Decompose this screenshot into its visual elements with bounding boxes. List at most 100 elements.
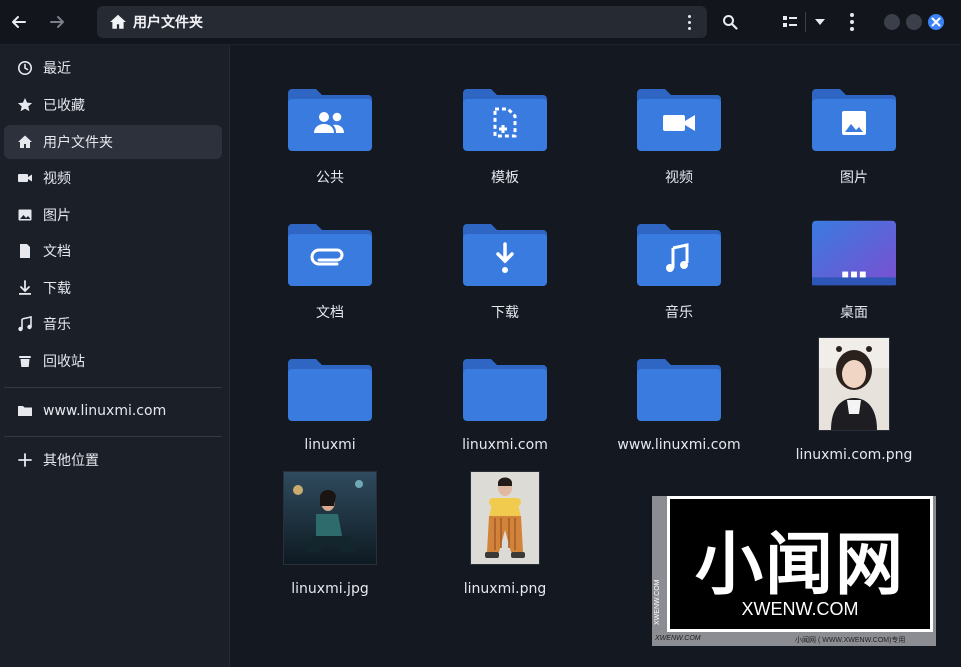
sidebar-item-recent[interactable]: 最近	[4, 51, 222, 85]
sidebar-item-label: 视频	[43, 171, 71, 187]
sidebar-item-other-locations[interactable]: 其他位置	[4, 443, 222, 477]
folder-icon	[463, 353, 547, 421]
video-icon	[16, 169, 34, 187]
file-item[interactable]: linuxmi.png	[430, 471, 580, 597]
sidebar-divider	[4, 387, 222, 388]
image-icon	[16, 206, 34, 224]
forward-button[interactable]	[43, 8, 71, 36]
header-bar: 用户文件夹	[0, 0, 961, 45]
maximize-button[interactable]	[906, 14, 922, 30]
folder-icon	[16, 402, 34, 420]
music-icon	[16, 315, 34, 333]
trash-icon	[16, 352, 34, 370]
document-icon	[16, 242, 34, 260]
file-item[interactable]: linuxmi.jpg	[255, 471, 405, 597]
folder-icon	[288, 353, 372, 421]
sidebar-item-label: 用户文件夹	[43, 135, 113, 151]
file-item[interactable]: 公共	[255, 83, 405, 187]
path-menu-button[interactable]	[681, 13, 697, 31]
folder-templates-icon	[463, 83, 547, 151]
file-item[interactable]: 视频	[604, 83, 754, 187]
file-item[interactable]: 模板	[430, 83, 580, 187]
file-name: linuxmi.com.png	[795, 447, 913, 463]
file-name: linuxmi	[304, 437, 356, 453]
file-name: linuxmi.com	[462, 437, 548, 453]
home-icon	[16, 133, 34, 151]
list-view-icon	[782, 16, 797, 27]
sidebar-item-bookmark[interactable]: www.linuxmi.com	[4, 394, 222, 428]
chevron-down-icon	[815, 19, 826, 25]
sidebar-item-starred[interactable]: 已收藏	[4, 88, 222, 122]
file-item[interactable]: 下载	[430, 218, 580, 322]
file-item[interactable]: www.linuxmi.com	[604, 353, 754, 453]
folder-documents-icon	[288, 218, 372, 286]
sidebar-item-label: 图片	[43, 208, 71, 224]
file-name: 桌面	[840, 305, 868, 321]
sidebar-item-label: 其他位置	[43, 453, 99, 469]
view-options-button[interactable]	[810, 8, 830, 36]
arrow-left-icon	[12, 16, 26, 28]
watermark-footer-right: 小闻网 ( WWW.XWENW.COM)专用	[795, 637, 906, 644]
main-menu-button[interactable]	[838, 8, 866, 36]
file-item[interactable]: linuxmi.com.png	[779, 337, 929, 463]
star-icon	[16, 96, 34, 114]
arrow-right-icon	[50, 16, 64, 28]
view-toggle-button[interactable]	[778, 8, 801, 36]
watermark-vertical-text: XWENW.COM	[654, 579, 661, 626]
folder-downloads-icon	[463, 218, 547, 286]
sidebar-item-pictures[interactable]: 图片	[4, 198, 222, 232]
watermark-logo: 小闻网 XWENW.COM	[667, 496, 933, 632]
file-name: 模板	[491, 170, 519, 186]
file-name: 音乐	[665, 305, 693, 321]
sidebar: 最近 已收藏 用户文件夹 视频 图片 文档 下载 音乐 回收站 www.linu…	[0, 45, 230, 667]
search-button[interactable]	[716, 8, 744, 36]
image-thumbnail	[818, 337, 890, 431]
watermark-title: 小闻网	[694, 526, 905, 605]
image-thumbnail	[470, 471, 540, 565]
path-bar[interactable]: 用户文件夹	[97, 6, 707, 38]
file-name: linuxmi.jpg	[291, 581, 369, 597]
sidebar-item-downloads[interactable]: 下载	[4, 271, 222, 305]
clock-icon	[16, 59, 34, 77]
file-name: 下载	[491, 305, 519, 321]
plus-icon	[16, 451, 34, 469]
file-name: 文档	[316, 305, 344, 321]
sidebar-item-label: www.linuxmi.com	[43, 403, 167, 419]
file-item[interactable]: 文档	[255, 218, 405, 322]
watermark-footer-left: XWENW.COM	[655, 635, 701, 642]
sidebar-item-videos[interactable]: 视频	[4, 161, 222, 195]
minimize-button[interactable]	[884, 14, 900, 30]
image-thumbnail	[283, 471, 377, 565]
sidebar-item-label: 最近	[43, 61, 71, 77]
file-manager-window: 用户文件夹 最近 已收藏 用户文件夹 视频 图片 文档 下载 音乐 回收站 ww…	[0, 0, 961, 667]
file-name: 图片	[840, 170, 868, 186]
path-label: 用户文件夹	[133, 15, 203, 31]
sidebar-divider	[4, 436, 222, 437]
file-name: linuxmi.png	[463, 581, 547, 597]
view-toggle-group	[778, 8, 830, 36]
sidebar-item-label: 音乐	[43, 317, 71, 333]
folder-music-icon	[637, 218, 721, 286]
sidebar-item-label: 下载	[43, 281, 71, 297]
folder-videos-icon	[637, 83, 721, 151]
folder-icon	[637, 353, 721, 421]
file-name: 视频	[665, 170, 693, 186]
desktop-icon	[812, 218, 896, 286]
file-item[interactable]: 桌面	[779, 218, 929, 322]
file-item[interactable]: 音乐	[604, 218, 754, 322]
file-item[interactable]: 图片	[779, 83, 929, 187]
file-name: 公共	[316, 170, 344, 186]
sidebar-item-trash[interactable]: 回收站	[4, 344, 222, 378]
sidebar-item-label: 回收站	[43, 354, 85, 370]
back-button[interactable]	[5, 8, 33, 36]
sidebar-item-label: 已收藏	[43, 98, 85, 114]
close-button[interactable]	[928, 14, 944, 30]
folder-public-icon	[288, 83, 372, 151]
file-item[interactable]: linuxmi.com	[430, 353, 580, 453]
file-item[interactable]: linuxmi	[255, 353, 405, 453]
sidebar-item-home[interactable]: 用户文件夹	[4, 125, 222, 159]
folder-pictures-icon	[812, 83, 896, 151]
watermark-subtitle: XWENW.COM	[741, 599, 859, 619]
sidebar-item-documents[interactable]: 文档	[4, 234, 222, 268]
sidebar-item-music[interactable]: 音乐	[4, 307, 222, 341]
